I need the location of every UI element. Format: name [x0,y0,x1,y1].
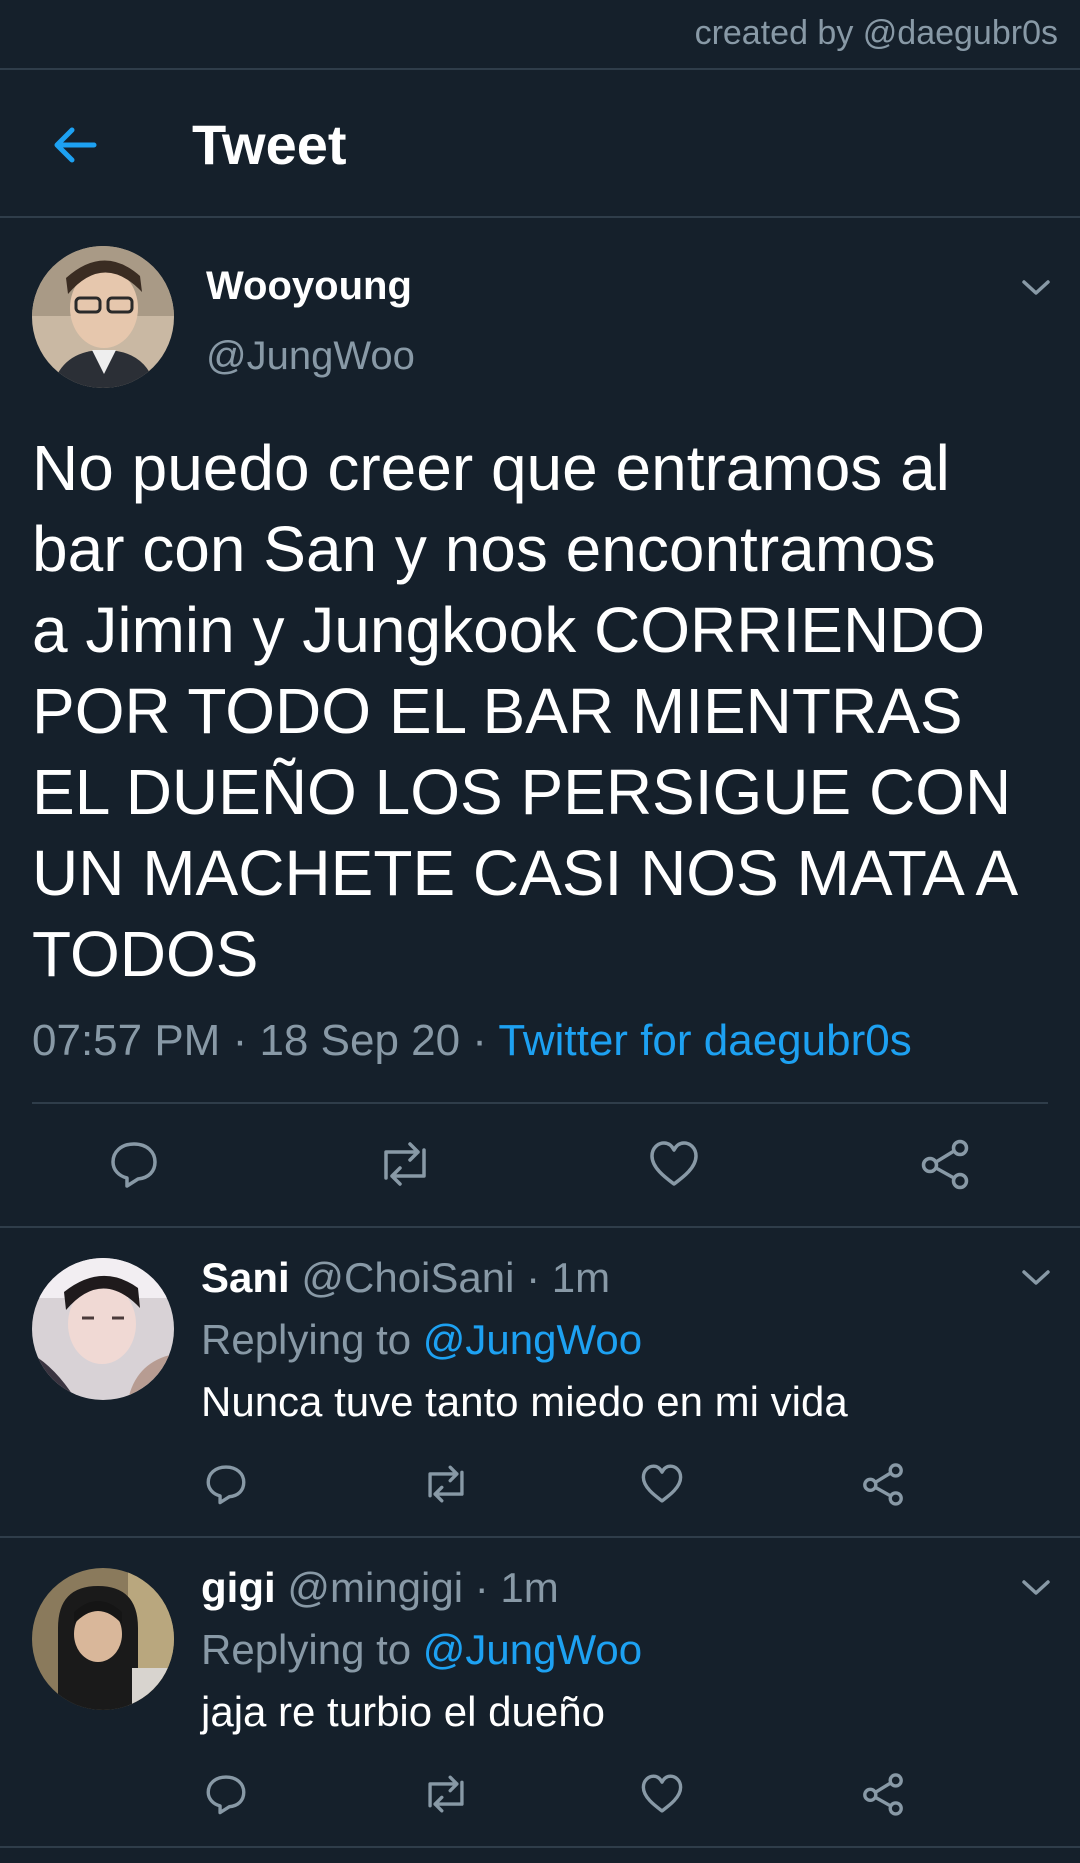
retweet-icon[interactable] [420,1772,472,1816]
top-divider [0,68,1080,70]
meta-separator: · [220,1016,260,1065]
share-icon[interactable] [860,1462,906,1506]
reply-icon[interactable] [108,1138,160,1190]
like-icon[interactable] [640,1462,684,1506]
reply-text: jaja re turbio el dueño [201,1688,605,1735]
tweet-source-link[interactable]: Twitter for daegubr0s [498,1016,911,1065]
like-icon[interactable] [648,1138,700,1190]
author-name[interactable]: Wooyoung [206,264,412,309]
bottom-divider [0,1846,1080,1848]
reply-author-name[interactable]: gigi [201,1564,276,1611]
credit-text: created by @daegubr0s [694,14,1058,52]
tweet-date: 18 Sep 20 [259,1016,461,1065]
reply-text: Nunca tuve tanto miedo en mi vida [201,1378,848,1425]
tweet-divider [0,1226,1080,1228]
retweet-icon[interactable] [374,1138,436,1190]
replying-to-mention[interactable]: @JungWoo [423,1316,642,1363]
meta-divider [32,1102,1048,1104]
replying-to-label: Replying to [201,1316,423,1363]
replying-to-label: Replying to [201,1626,423,1673]
reply-time: 1m [551,1254,611,1301]
reply-author-handle[interactable]: @mingigi [287,1564,463,1611]
chevron-down-icon[interactable] [1018,1266,1054,1290]
time-separator: · [463,1564,501,1611]
meta-separator: · [460,1016,499,1065]
reply-author-name[interactable]: Sani [201,1254,290,1301]
reply-divider [0,1536,1080,1538]
chevron-down-icon[interactable] [1018,1576,1054,1600]
back-arrow-icon[interactable] [50,120,100,170]
tweet-meta: 07:57 PM · 18 Sep 20 · Twitter for daegu… [32,1016,912,1066]
chevron-down-icon[interactable] [1018,276,1054,300]
reply-header: gigi @mingigi · 1m [201,1564,559,1612]
reply-icon[interactable] [204,1772,248,1816]
share-icon[interactable] [860,1772,906,1816]
reply-time: 1m [500,1564,559,1611]
reply-header: Sani @ChoiSani · 1m [201,1254,610,1302]
reply-icon[interactable] [204,1462,248,1506]
author-handle[interactable]: @JungWoo [206,334,415,379]
replying-to-mention[interactable]: @JungWoo [423,1626,642,1673]
tweet-time: 07:57 PM [32,1016,221,1065]
replying-to: Replying to @JungWoo [201,1626,642,1674]
replying-to: Replying to @JungWoo [201,1316,642,1364]
time-separator: · [514,1254,552,1301]
retweet-icon[interactable] [420,1462,472,1506]
page-title: Tweet [192,113,347,176]
reply-author-handle[interactable]: @ChoiSani [301,1254,514,1301]
author-avatar[interactable] [32,246,174,388]
reply-avatar[interactable] [32,1568,174,1710]
tweet-text: No puedo creer que entramos al bar con S… [32,432,1019,990]
like-icon[interactable] [640,1772,684,1816]
header-divider [0,216,1080,218]
share-icon[interactable] [918,1138,972,1190]
reply-avatar[interactable] [32,1258,174,1400]
